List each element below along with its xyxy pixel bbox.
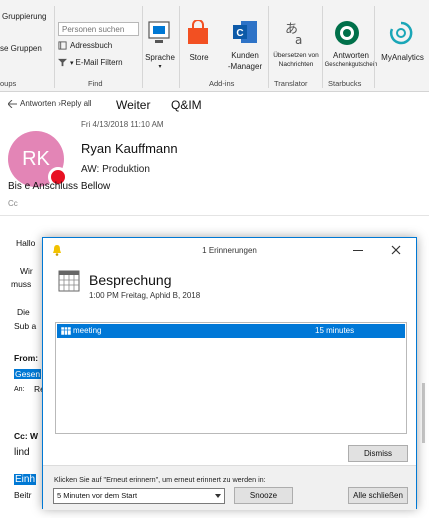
body-die: Die: [17, 307, 30, 317]
calendar-icon: [58, 270, 80, 292]
groups-label: se Gruppen: [0, 44, 42, 53]
filter-email-label: E-Mail Filtern: [75, 58, 123, 67]
ribbon-separator: [179, 6, 180, 88]
store-label: Store: [189, 53, 209, 62]
snooze-time-select[interactable]: 5 Minuten vor dem Start: [53, 488, 225, 504]
calendar-item-icon: [61, 327, 71, 335]
addins-group-label: Add-ins: [209, 79, 235, 88]
ribbon: Gruppierung se Gruppen oups Adressbuch ▾…: [0, 0, 429, 92]
appointment-title: Besprechung: [89, 272, 172, 288]
show-as-grouping-button[interactable]: Gruppierung: [2, 12, 46, 21]
filter-icon: [58, 59, 67, 67]
address-book-label: Adressbuch: [70, 41, 113, 50]
qim-label: Q&IM: [171, 98, 202, 112]
starbucks-logo-icon: [335, 21, 359, 45]
body-wir: Wir: [20, 266, 33, 276]
translate-label-2: Nachrichten: [278, 61, 314, 68]
dialog-title-bar[interactable]: 1 Erinnerungen: [43, 238, 416, 264]
starbucks-label-2: Geschenkgutschein: [324, 62, 378, 68]
response-text: Antworten ›Reply all: [20, 99, 92, 108]
dialog-footer: Klicken Sie auf "Erneut erinnern", um er…: [43, 465, 416, 510]
store-icon: [188, 20, 208, 44]
body-lind: lind: [14, 447, 30, 458]
groups-button[interactable]: se Gruppen: [0, 44, 42, 53]
snooze-button[interactable]: Snooze: [234, 487, 293, 504]
sender-name[interactable]: Ryan Kauffmann: [81, 141, 178, 156]
dismiss-button[interactable]: Dismiss: [348, 445, 408, 462]
translator-group-label: Translator: [274, 79, 308, 88]
outlook-window: Gruppierung se Gruppen oups Adressbuch ▾…: [0, 0, 429, 518]
appointment-time: 1:00 PM Freitag, Aphid B, 2018: [89, 291, 201, 300]
myanalytics-label: MyAnalytics: [381, 53, 424, 62]
body-gesen: Gesen: [14, 369, 42, 379]
minimize-button[interactable]: [353, 250, 363, 251]
message-topic: AW: Produktion: [81, 164, 150, 175]
reminder-dialog: 1 Erinnerungen Besprechung 1:00 PM Freit…: [42, 237, 417, 510]
body-from: From:: [14, 353, 39, 363]
svg-text:C: C: [236, 28, 243, 39]
header-divider: [0, 215, 429, 216]
ribbon-separator: [374, 6, 375, 88]
message-subject: Bis e Anschluss Bellow: [8, 181, 111, 192]
reply-icon: [7, 99, 17, 109]
response-status[interactable]: Antworten ›Reply all: [7, 99, 92, 109]
ribbon-separator: [268, 6, 269, 88]
dismiss-all-button[interactable]: Alle schließen: [348, 487, 408, 504]
myanalytics-icon: [389, 21, 413, 45]
grouping-label: Gruppierung: [2, 12, 47, 21]
reminder-subject: meeting: [73, 326, 102, 335]
body-sub: Sub a: [14, 321, 37, 331]
address-book-icon: [58, 41, 67, 50]
ribbon-separator: [142, 6, 143, 88]
svg-text:a: a: [295, 33, 302, 46]
snooze-selected-option: 5 Minuten vor dem Start: [57, 491, 138, 500]
address-book-button[interactable]: Adressbuch: [58, 41, 112, 50]
message-date: Fri 4/13/2018 11:10 AM: [81, 120, 164, 129]
reminder-list-item[interactable]: meeting 15 minutes: [57, 324, 405, 338]
find-group-label: Find: [88, 79, 103, 88]
speech-icon: [148, 21, 170, 43]
body-muss: muss: [11, 279, 32, 289]
ribbon-separator: [322, 6, 323, 88]
body-hallo: Hallo: [16, 238, 36, 248]
filter-dropdown-icon: ▾: [70, 60, 74, 67]
groups-group-label: oups: [0, 79, 17, 88]
starbucks-group-label: Starbucks: [328, 79, 362, 88]
close-icon[interactable]: [389, 243, 403, 257]
snooze-hint: Klicken Sie auf "Erneut erinnern", um er…: [54, 475, 266, 484]
search-people-input[interactable]: [58, 22, 139, 36]
translator-icon: あ a: [285, 22, 302, 46]
speech-dropdown-icon: ▾: [158, 64, 162, 70]
kunden-manager-label-1: Kunden: [231, 51, 259, 60]
body-cc: Cc: W: [14, 431, 39, 441]
reading-pane-scrollbar[interactable]: [418, 223, 429, 518]
reminder-due-in: 15 minutes: [315, 326, 355, 335]
forward-label[interactable]: Weiter: [116, 98, 150, 112]
customer-manager-icon: C: [233, 21, 257, 43]
reminder-list[interactable]: meeting 15 minutes: [55, 322, 407, 434]
body-einh: Einh: [14, 474, 37, 485]
ribbon-separator: [54, 6, 55, 88]
body-an: An:: [14, 386, 25, 393]
chevron-down-icon: [215, 494, 221, 498]
filter-email-button[interactable]: ▾ E-Mail Filtern: [58, 58, 123, 67]
body-beitr: Beitr: [14, 490, 32, 500]
cc-label: Cc: [8, 199, 18, 208]
kunden-manager-label-2: -Manager: [227, 62, 263, 71]
